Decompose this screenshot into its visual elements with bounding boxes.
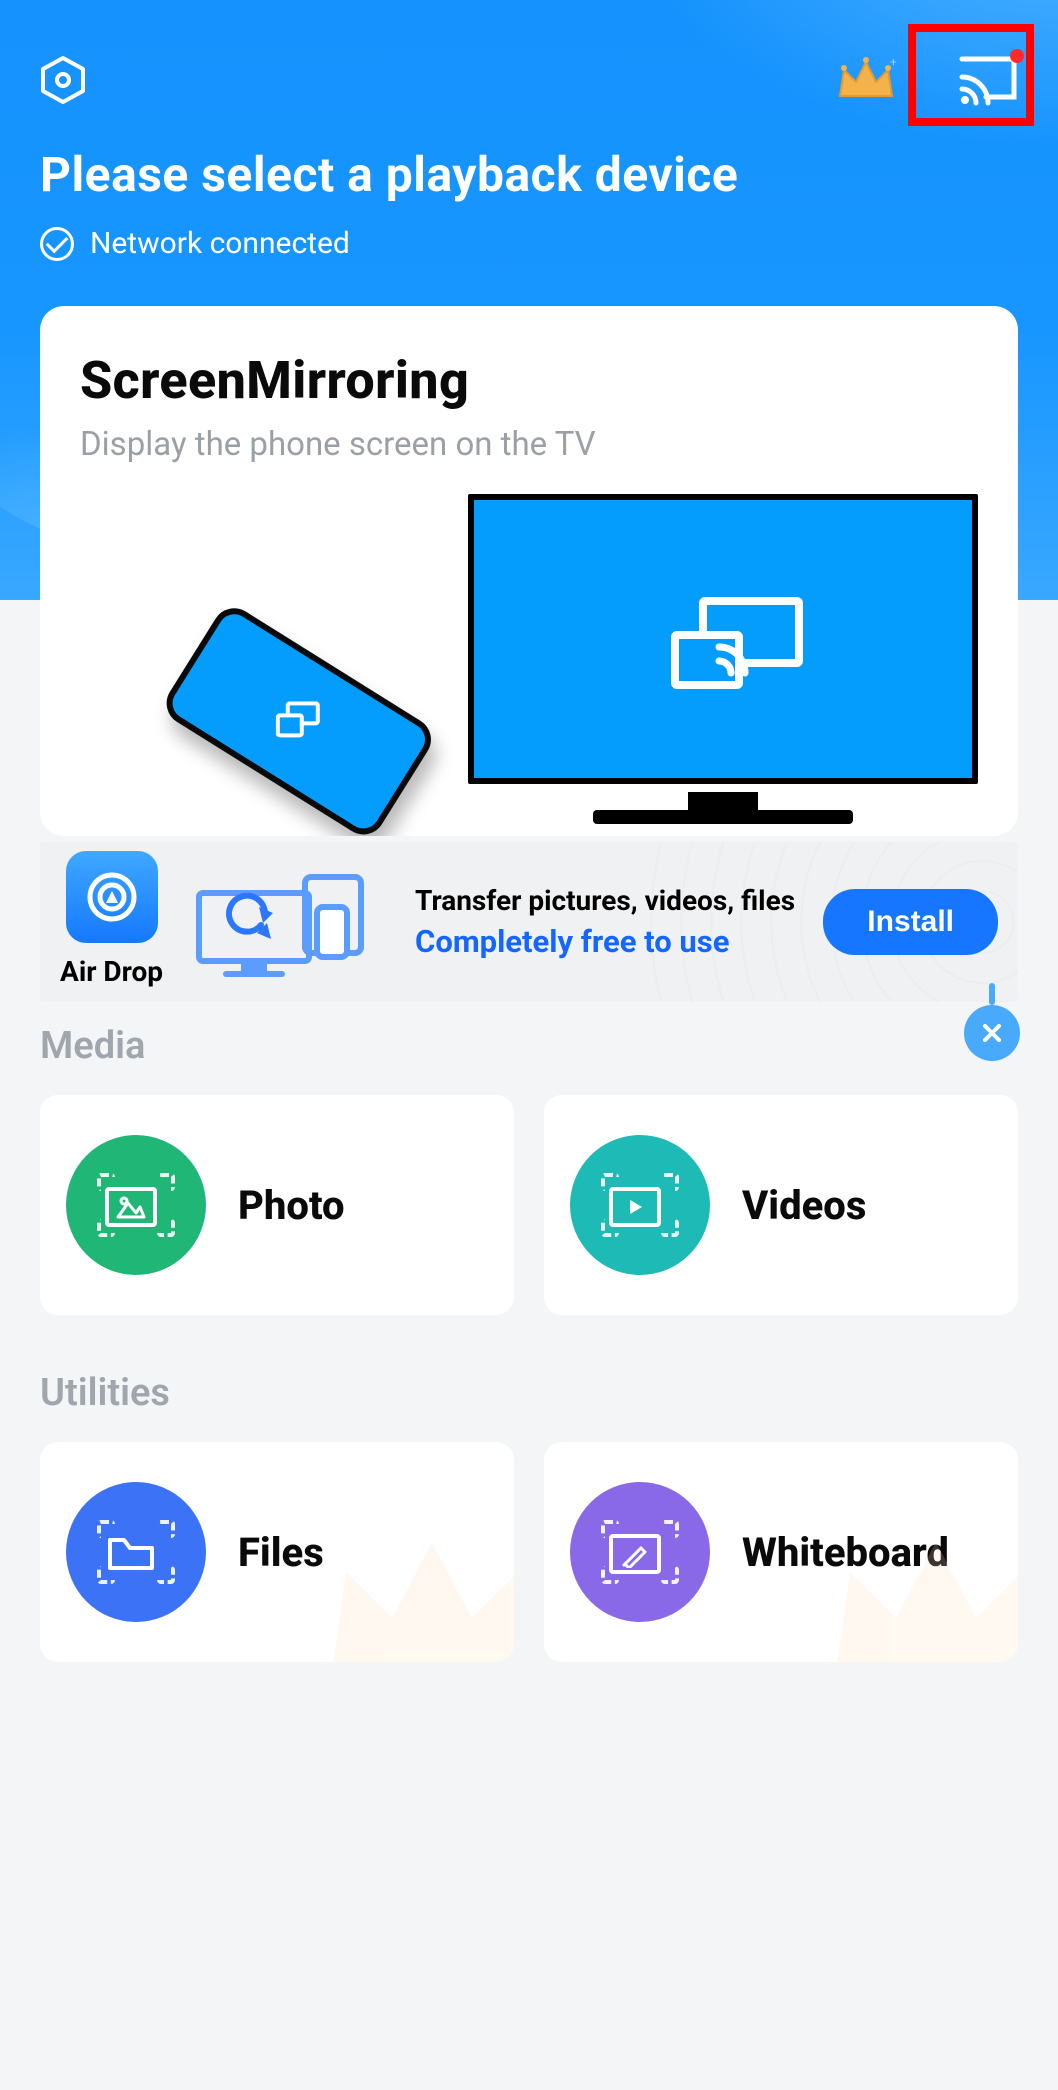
svg-text:+: + [890, 56, 896, 69]
tile-files-label: Files [238, 1529, 324, 1576]
crown-ghost-icon [322, 1522, 514, 1662]
page-title: Please select a playback device [40, 146, 738, 203]
install-button[interactable]: Install [823, 889, 998, 955]
files-icon [66, 1482, 206, 1622]
screen-mirroring-subtitle: Display the phone screen on the TV [80, 425, 978, 464]
close-icon [980, 1021, 1004, 1045]
tile-files[interactable]: Files [40, 1442, 514, 1662]
network-status: Network connected [40, 226, 350, 261]
cast-mini-icon [276, 701, 322, 741]
tile-photo[interactable]: Photo [40, 1095, 514, 1315]
tile-videos-label: Videos [742, 1182, 866, 1229]
airdrop-banner[interactable]: Air Drop Transfer pictures, videos, file… [40, 842, 1018, 1002]
videos-icon [570, 1135, 710, 1275]
tile-photo-label: Photo [238, 1182, 345, 1229]
screen-mirroring-card[interactable]: ScreenMirroring Display the phone screen… [40, 306, 1018, 836]
airdrop-app-name: Air Drop [60, 955, 163, 988]
devices-illustration [189, 867, 389, 977]
tile-whiteboard[interactable]: Whiteboard [544, 1442, 1018, 1662]
cast-notification-dot [1010, 49, 1024, 63]
section-media-label: Media [40, 1024, 145, 1068]
section-utilities-label: Utilities [40, 1371, 170, 1415]
cast-icon[interactable] [956, 53, 1020, 107]
crown-ghost-icon [826, 1522, 1018, 1662]
photo-icon [66, 1135, 206, 1275]
airdrop-app-icon [66, 851, 158, 943]
cast-overlay-icon [669, 595, 809, 695]
check-icon [40, 227, 74, 261]
whiteboard-icon [570, 1482, 710, 1622]
settings-icon[interactable] [38, 55, 88, 105]
tv-illustration [338, 494, 978, 824]
crown-icon[interactable]: + [836, 56, 896, 104]
screen-mirroring-title: ScreenMirroring [80, 350, 978, 411]
close-banner-button[interactable] [964, 1005, 1020, 1061]
network-status-text: Network connected [90, 226, 350, 261]
tile-videos[interactable]: Videos [544, 1095, 1018, 1315]
